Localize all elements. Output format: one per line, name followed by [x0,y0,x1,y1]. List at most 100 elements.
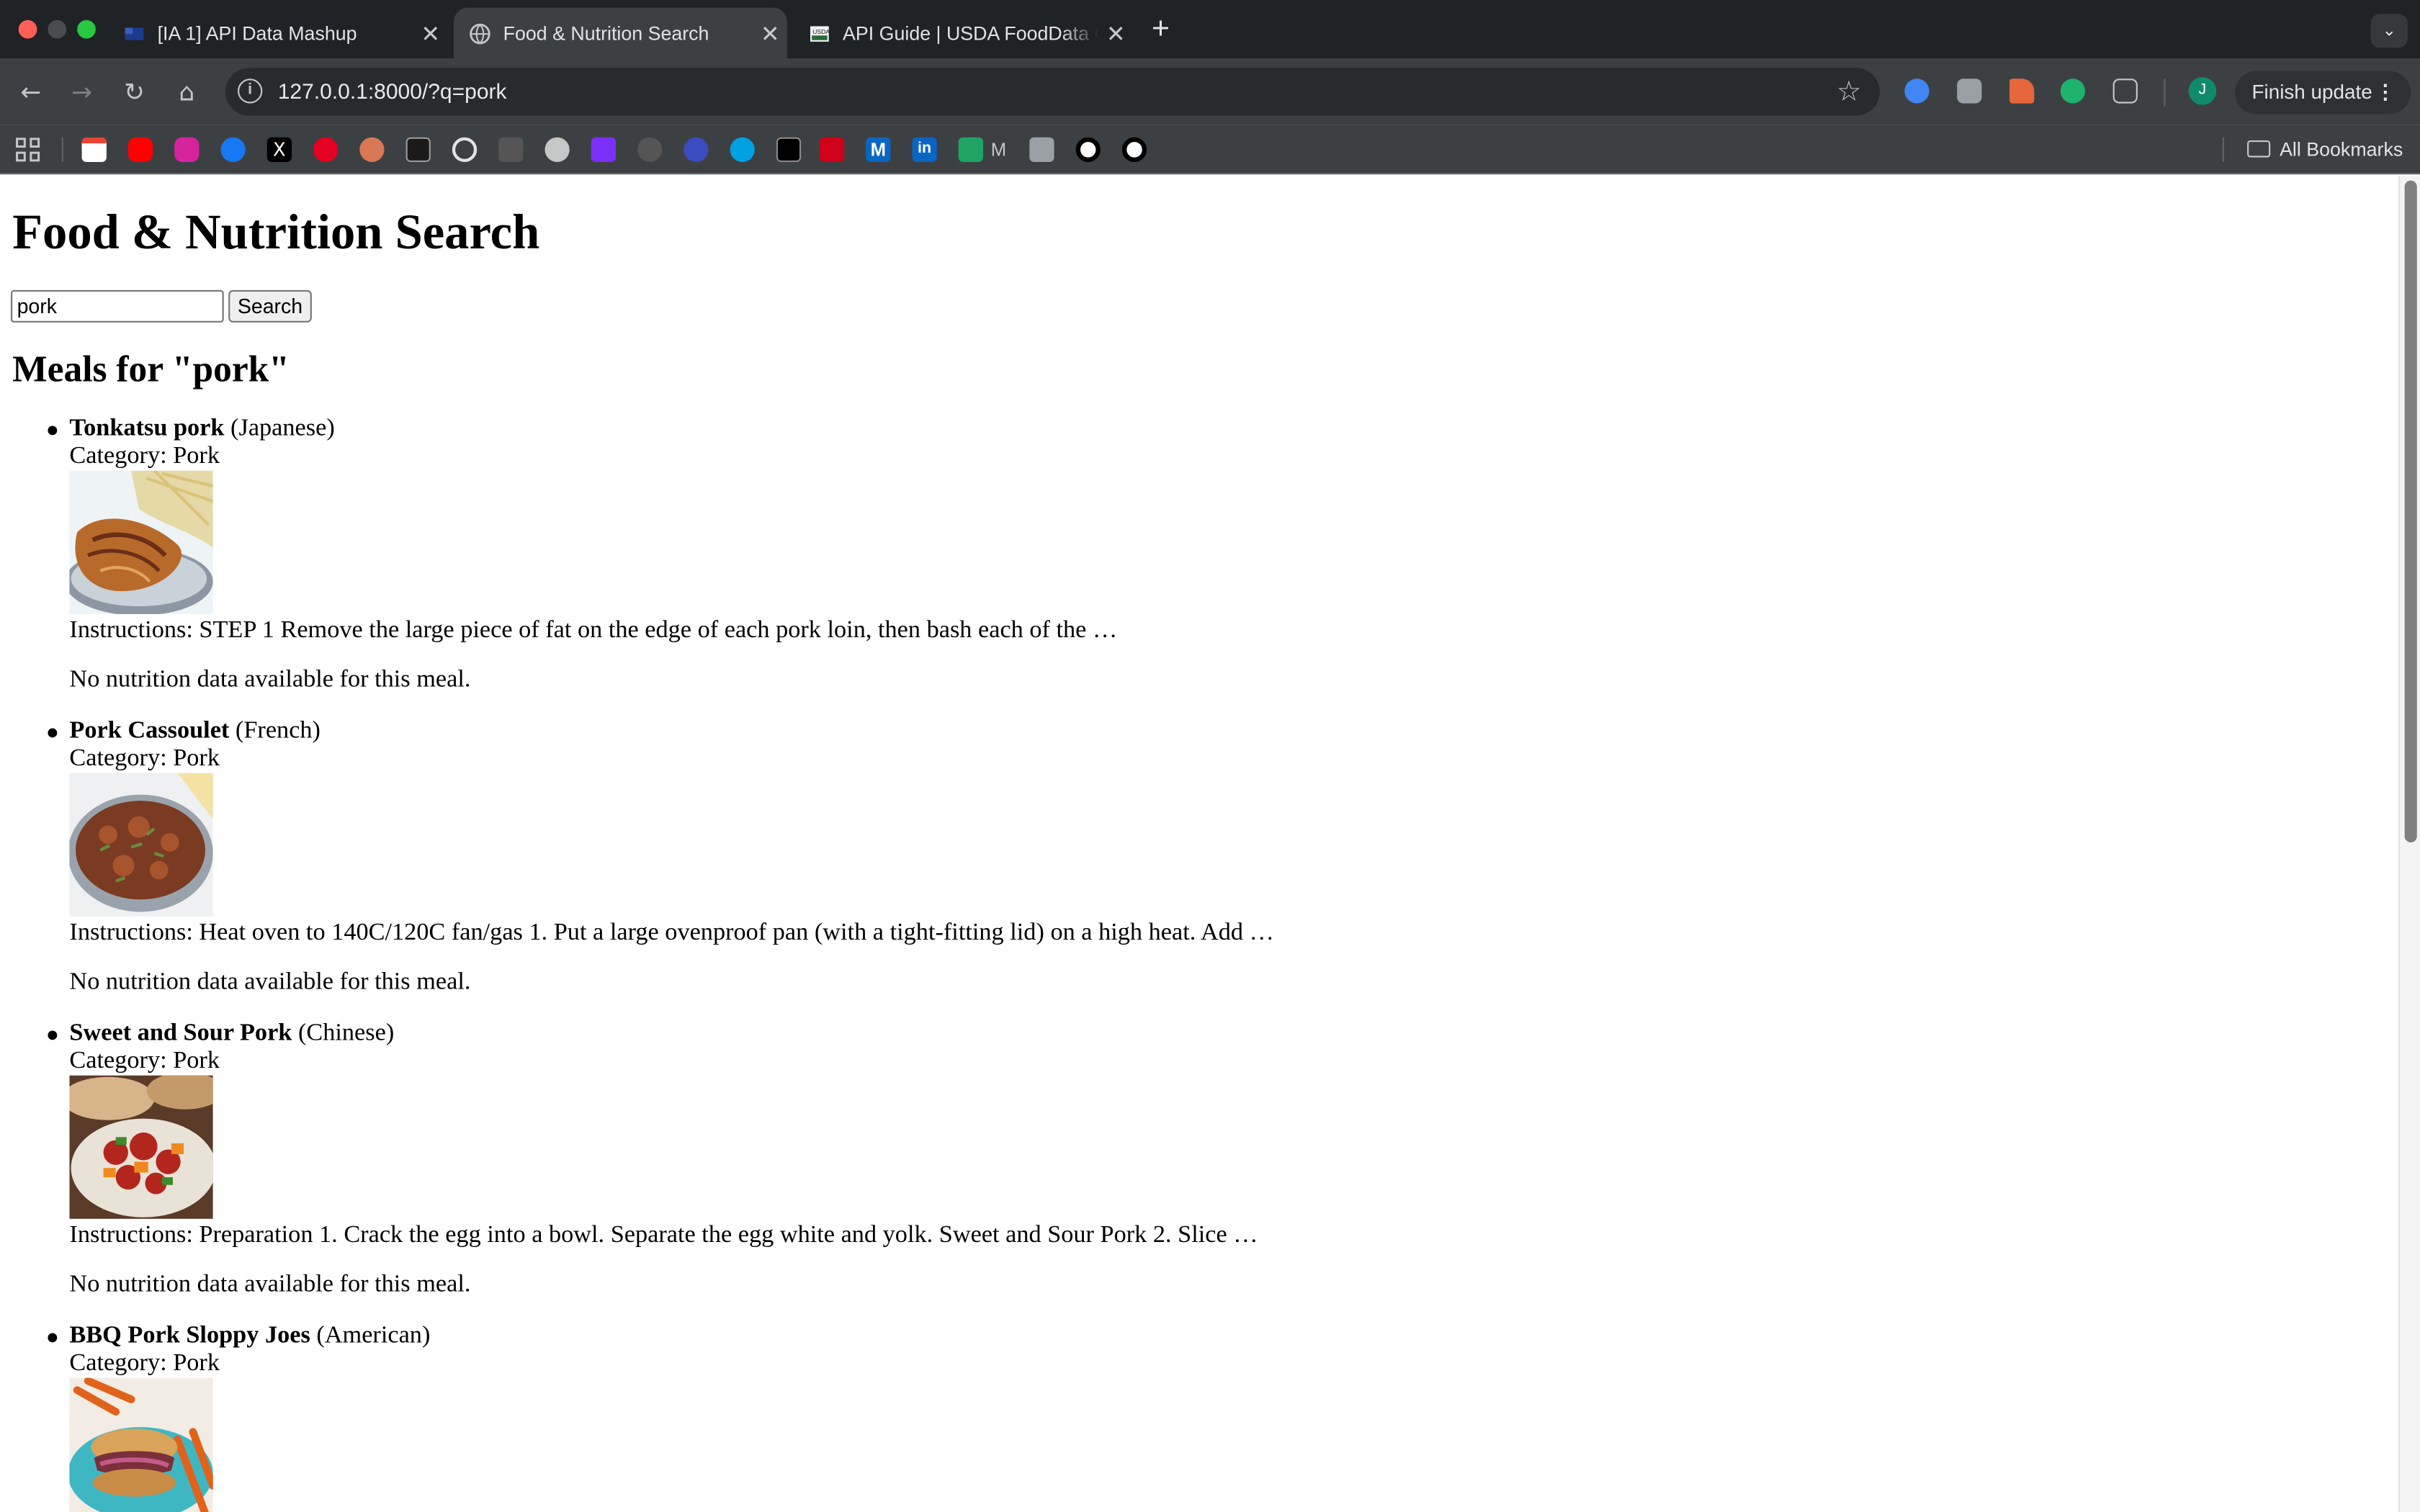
facebook-icon[interactable] [220,137,246,163]
tab-usda-api-guide[interactable]: USDA API Guide | USDA FoodData C ✕ [793,8,1132,59]
salesforce-icon[interactable] [730,137,755,163]
meal-name: Tonkatsu pork [69,415,225,441]
meal-area: (Japanese) [230,415,335,441]
nutrition-message: No nutrition data available for this mea… [69,1271,471,1298]
sheets-icon[interactable] [958,137,984,163]
search-input[interactable] [11,289,224,323]
bookmark-star-icon[interactable]: ☆ [1837,68,1862,115]
meal-header: Pork Cassoulet (French) [69,717,321,745]
extension-bookmark-icon[interactable] [2009,78,2035,104]
meal-area: (French) [235,717,321,744]
reload-icon[interactable]: ↻ [115,73,155,113]
bullet [48,1333,58,1343]
meal-name: BBQ Pork Sloppy Joes [69,1322,310,1349]
bookmark-icon[interactable] [1121,137,1147,163]
nutrition-message: No nutrition data available for this mea… [69,666,471,693]
meal-name: Pork Cassoulet [69,717,230,744]
meal-instructions: Instructions: Heat oven to 140C/120C fan… [69,919,1274,946]
meal-header: BBQ Pork Sloppy Joes (American) [69,1322,430,1350]
instagram-icon[interactable] [174,137,200,163]
youtube-icon[interactable] [127,137,153,163]
page-content: Food & Nutrition Search Search Meals for… [0,176,2399,1512]
new-tab-button[interactable]: + [1144,9,1178,50]
bookmark-icon[interactable] [498,137,524,163]
meal-instructions: Instructions: STEP 1 Remove the large pi… [69,617,1118,644]
nutrition-message: No nutrition data available for this mea… [69,968,471,996]
finish-update-button[interactable]: Finish update ⋮ [2234,71,2411,114]
bookmarks-divider [61,137,63,163]
pinterest-icon[interactable] [313,137,339,163]
bullet [48,728,58,738]
bookmark-icon[interactable] [684,137,709,163]
meal-instructions: Instructions: Preparation 1. Crack the e… [69,1222,1258,1248]
openai-icon[interactable] [452,137,478,163]
bookmark-icon[interactable] [1029,137,1054,163]
close-window-button[interactable] [18,19,37,39]
all-bookmarks-button[interactable]: All Bookmarks [2247,125,2403,175]
bookmark-icon[interactable] [1075,137,1101,163]
linkedin-icon[interactable]: in [912,137,937,163]
address-url[interactable]: 127.0.0.1:8000/?q=pork [278,68,507,115]
tab-api-data-mashup[interactable]: [IA 1] API Data Mashup ✕ [108,8,447,59]
meal-category: Category: Pork [69,443,220,469]
meal-image [69,773,213,917]
meal-header: Sweet and Sour Pork (Chinese) [69,1020,394,1048]
tab-title: [IA 1] API Data Mashup [157,22,357,45]
meal-image [69,1075,213,1219]
bookmark-icon[interactable] [591,137,617,163]
extension-translate-icon[interactable] [1957,78,1982,104]
profile-avatar[interactable]: J [2188,77,2217,105]
x-twitter-icon[interactable]: X [266,137,292,163]
bookmark-icon[interactable] [776,137,802,163]
meal-category: Category: Pork [69,1350,220,1377]
forward-arrow-icon[interactable]: → [62,73,102,113]
extension-google-icon[interactable] [1904,78,1930,104]
claude-icon[interactable] [359,137,385,163]
grammarly-icon[interactable] [2060,78,2086,104]
tab-title: Food & Nutrition Search [503,22,709,45]
bookmark-label[interactable]: M [991,125,1006,175]
back-arrow-icon[interactable]: ← [11,73,51,113]
address-bar[interactable]: i 127.0.0.1:8000/?q=pork ☆ [225,68,1881,116]
bookmark-icon[interactable] [637,137,663,163]
flag-icon [125,27,144,40]
all-bookmarks-label: All Bookmarks [2280,138,2403,161]
meal-name: Sweet and Sour Pork [69,1020,292,1046]
apps-grid-icon[interactable] [15,138,40,162]
site-info-icon[interactable]: i [238,78,263,104]
tab-search-chevron-icon[interactable]: ⌄ [2370,14,2408,48]
home-icon[interactable]: ⌂ [166,73,207,113]
bookmarks-divider [2222,137,2224,163]
finish-update-label: Finish update [2251,80,2372,104]
bullet [48,1030,58,1040]
more-menu-icon[interactable]: ⋮ [2375,71,2396,114]
browser-toolbar: ← → ↻ ⌂ i 127.0.0.1:8000/?q=pork ☆ J Fin… [0,58,2420,125]
bookmark-icon[interactable] [405,137,431,163]
page-scrollbar[interactable] [2398,176,2420,1512]
page-title: Food & Nutrition Search [12,203,540,260]
meal-area: (Chinese) [297,1020,395,1046]
tab-title: API Guide | USDA FoodData C [843,22,1099,45]
close-tab-icon[interactable]: ✕ [1099,19,1133,48]
toolbar-divider [2164,78,2166,107]
usda-logo-icon: USDA [810,25,830,41]
bookmarks-bar: X M in M All Bookmarks [0,125,2420,175]
minimize-window-button[interactable] [48,19,67,39]
globe-icon [470,22,490,44]
folder-icon [2247,140,2271,158]
bookmark-m-icon[interactable]: M [866,137,891,163]
globe-icon[interactable] [544,137,570,163]
close-tab-icon[interactable]: ✕ [753,19,787,48]
meal-category: Category: Pork [69,1048,220,1074]
tab-food-nutrition-search[interactable]: Food & Nutrition Search ✕ [454,7,787,59]
search-button[interactable]: Search [228,289,312,323]
svg-text:USDA: USDA [812,27,830,35]
meal-category: Category: Pork [69,745,220,772]
scrollbar-thumb[interactable] [2404,180,2417,843]
bookmark-icon[interactable] [819,137,845,163]
zoom-window-button[interactable] [77,19,96,39]
gmail-icon[interactable] [81,137,107,163]
close-tab-icon[interactable]: ✕ [413,19,447,48]
meal-image [69,470,213,614]
extensions-puzzle-icon[interactable] [2112,78,2138,104]
